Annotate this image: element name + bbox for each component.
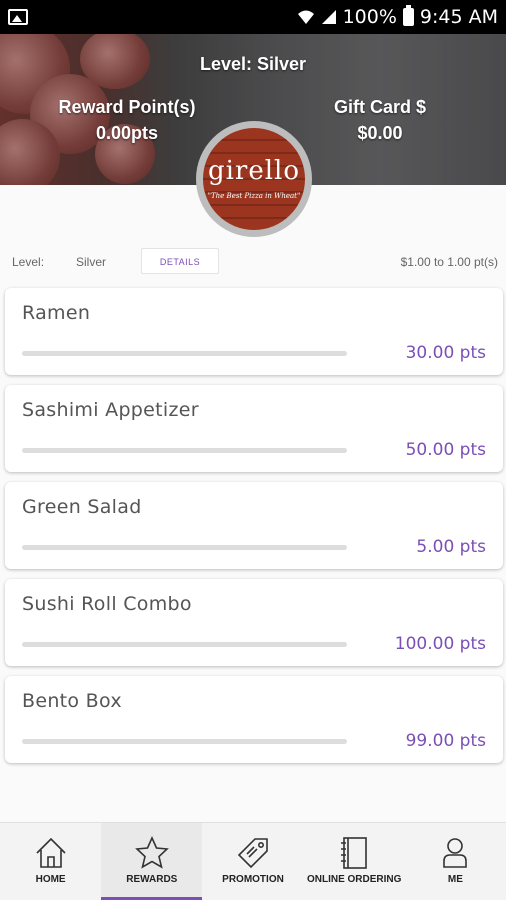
battery-icon [402,5,414,26]
level-info-row: Level: Silver DETAILS $1.00 to 1.00 pt(s… [0,248,506,276]
reward-card[interactable]: Sushi Roll Combo 100.00 pts [5,579,503,666]
tab-rewards[interactable]: REWARDS [101,823,203,900]
logo-tagline: "The Best Pizza in Wheat" [207,192,301,200]
tab-label: PROMOTION [222,874,284,885]
restaurant-logo: girello "The Best Pizza in Wheat" [196,121,312,237]
reward-points: 5.00 pts [416,537,486,557]
reward-points: 50.00 pts [405,440,486,460]
tab-promotion[interactable]: PROMOTION [202,823,303,900]
reward-progress-bar [22,739,347,744]
person-icon [443,838,468,868]
reward-progress-bar [22,642,347,647]
reward-card[interactable]: Bento Box 99.00 pts [5,676,503,763]
wifi-icon [297,10,314,24]
signal-icon [321,10,336,24]
image-notification-icon [8,9,28,25]
gift-card-value: $0.00 [357,123,403,143]
reward-points: 99.00 pts [405,731,486,751]
battery-percent: 100% [342,6,397,28]
tab-online-ordering[interactable]: ONLINE ORDERING [304,823,405,900]
reward-name: Ramen [22,302,91,324]
home-icon [36,837,66,868]
tab-label: ONLINE ORDERING [306,874,402,885]
gift-card-label: Gift Card $ [333,97,426,117]
reward-points: 30.00 pts [405,343,486,363]
tab-me[interactable]: ME [405,823,506,900]
tab-label: HOME [35,874,66,885]
reward-name: Sushi Roll Combo [22,593,192,615]
level-title: Level: Silver [199,54,307,74]
reward-card[interactable]: Sashimi Appetizer 50.00 pts [5,385,503,472]
reward-progress-bar [22,351,347,356]
reward-name: Green Salad [22,496,142,518]
earn-rate: $1.00 to 1.00 pt(s) [400,255,498,269]
tab-home[interactable]: HOME [0,823,101,900]
notebook-icon [341,837,368,869]
level-label: Level: [12,255,45,269]
details-button[interactable]: DETAILS [141,248,219,274]
tab-label: REWARDS [126,874,178,885]
logo-name: girello [207,156,301,186]
level-value: Silver [76,255,107,269]
reward-name: Bento Box [22,690,122,712]
reward-progress-bar [22,545,347,550]
clock: 9:45 AM [419,6,498,28]
tag-icon [237,838,268,869]
reward-points-label: Reward Point(s) [58,97,196,117]
status-bar: 100% 9:45 AM [0,0,506,34]
reward-card[interactable]: Green Salad 5.00 pts [5,482,503,569]
star-icon [134,836,169,869]
tab-label: ME [447,874,463,885]
reward-card[interactable]: Ramen 30.00 pts [5,288,503,375]
bottom-tab-bar: HOME REWARDS PROMOTION ONLINE ORDERING M… [0,822,506,900]
reward-progress-bar [22,448,347,453]
reward-points-value: 0.00pts [95,123,159,143]
reward-points: 100.00 pts [394,634,486,654]
reward-name: Sashimi Appetizer [22,399,199,421]
